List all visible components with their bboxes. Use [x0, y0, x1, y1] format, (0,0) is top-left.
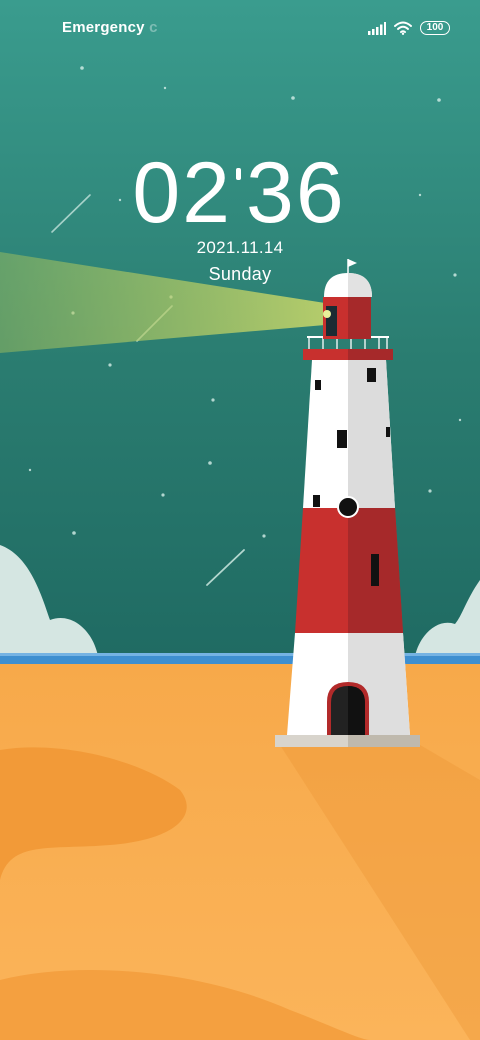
clock-minute: 36	[246, 150, 346, 232]
battery-icon: 100	[420, 21, 450, 35]
lockscreen-date: 2021.11.14	[196, 238, 284, 257]
signal-bars-icon	[368, 21, 386, 35]
carrier-overflow-text: c	[149, 19, 158, 36]
carrier-text: Emergency	[62, 19, 145, 36]
carrier-label: Emergency c	[62, 19, 158, 36]
clock-separator	[236, 168, 241, 180]
lockscreen-clock: 02 36	[132, 150, 346, 232]
status-bar: Emergency c 100	[0, 0, 480, 56]
wifi-icon	[394, 21, 412, 35]
lockscreen-day: Sunday	[208, 264, 272, 284]
clock-hour: 02	[132, 150, 232, 232]
status-icons: 100	[368, 19, 450, 37]
